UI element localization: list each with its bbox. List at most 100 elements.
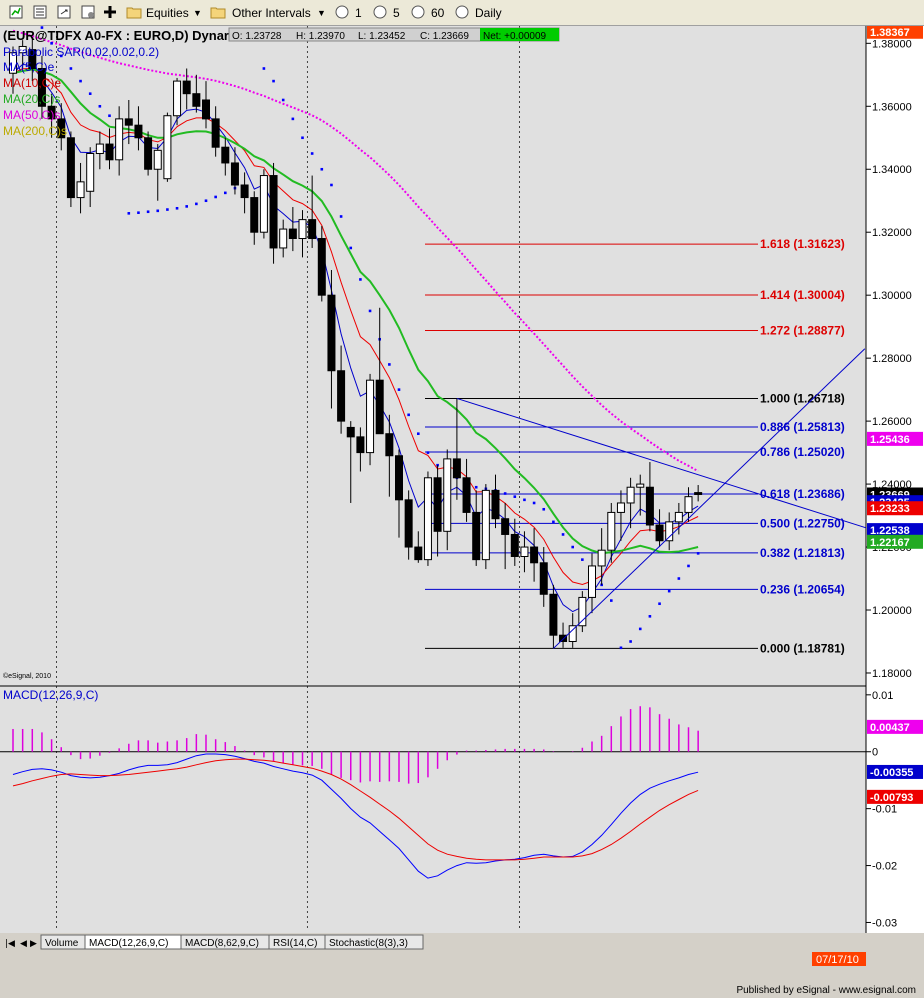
tab-stochastic-label: Stochastic(8(3),3)	[329, 938, 408, 949]
fib-level-label: 0.618 (1.23686)	[760, 487, 845, 501]
candle-body	[462, 477, 471, 513]
fib-level-label: 0.786 (1.25020)	[760, 445, 845, 459]
interval-radio-icon[interactable]	[372, 4, 388, 20]
sar-dot	[571, 545, 574, 549]
candle-body	[423, 477, 432, 561]
legend-ma5[interactable]: MA(5,C)e	[3, 60, 55, 74]
price-tag-label: 1.23233	[870, 503, 910, 515]
chart-area[interactable]: 1.618 (1.31623) 1.414 (1.30004) 1.272 (1.2…	[0, 26, 924, 984]
interval-radio-icon[interactable]	[454, 4, 470, 20]
candle-body	[433, 477, 442, 532]
candle-body	[597, 549, 606, 567]
price-tick-label: 1.18000	[872, 668, 912, 680]
tab-rsi-label: RSI(14,C)	[273, 938, 317, 949]
fib-level-label: 0.500 (1.22750)	[760, 516, 845, 530]
close-value: C: 1.23669	[420, 31, 469, 42]
legend-ma10[interactable]: MA(10,C)e	[3, 76, 61, 90]
sar-dot	[696, 552, 700, 555]
add-icon[interactable]	[102, 4, 118, 20]
candle-body	[211, 118, 220, 148]
sar-dot	[175, 206, 179, 210]
macd-tag-label: -0.00355	[870, 767, 913, 779]
sar-dot	[552, 520, 555, 524]
high-value: H: 1.23970	[296, 31, 345, 42]
candle-body	[259, 175, 268, 233]
sar-dot	[69, 67, 73, 70]
studies-icon[interactable]	[80, 4, 96, 20]
candle-body	[153, 149, 162, 170]
fib-level-label: 1.618 (1.31623)	[760, 237, 845, 251]
candle-body	[530, 546, 539, 564]
plot-background	[0, 26, 866, 933]
sar-dot	[513, 495, 517, 498]
candle-body	[665, 521, 674, 542]
folder-icon	[126, 4, 142, 20]
tab-volume-label: Volume	[45, 938, 79, 949]
next-icon: ▶	[30, 939, 37, 949]
macd-tick-label: -0.03	[872, 917, 897, 929]
sar-dot	[542, 507, 546, 511]
interval-radio-icon[interactable]	[410, 4, 426, 20]
sar-dot	[272, 79, 275, 83]
other-intervals-menu[interactable]: Other Intervals	[232, 3, 311, 23]
candle-body	[182, 80, 191, 95]
fib-level-label: 0.886 (1.25813)	[760, 420, 845, 434]
fib-level-label: 1.272 (1.28877)	[760, 324, 845, 338]
sar-dot	[523, 498, 526, 502]
interval-5[interactable]: 5	[393, 3, 400, 23]
sar-dot	[214, 195, 217, 199]
candle-body	[269, 175, 278, 249]
candle-body	[105, 143, 114, 161]
candle-body	[144, 137, 153, 170]
chevron-down-icon[interactable]: ▼	[317, 3, 326, 23]
candle-body	[549, 593, 558, 636]
interval-60[interactable]: 60	[431, 3, 444, 23]
legend-ma50[interactable]: MA(50,C)s	[3, 108, 60, 122]
macd-tick-label: 0	[872, 747, 878, 759]
interval-radio-icon[interactable]	[334, 4, 350, 20]
macd-title[interactable]: MACD(12,26,9,C)	[3, 688, 98, 702]
candle-body	[192, 93, 201, 107]
interval-daily[interactable]: Daily	[475, 3, 502, 23]
sar-dot	[349, 246, 353, 250]
macd-tick-label: -0.02	[872, 861, 897, 873]
fib-level-label: 0.236 (1.20654)	[760, 582, 845, 596]
candle-body	[337, 370, 346, 422]
candle-body	[327, 294, 336, 372]
price-tag-label: 1.22167	[870, 537, 910, 549]
sar-dot	[127, 212, 131, 215]
chevron-down-icon[interactable]: ▼	[193, 3, 202, 23]
fib-level-label: 0.000 (1.18781)	[760, 641, 845, 655]
new-chart-icon[interactable]	[8, 4, 24, 20]
candle-body	[66, 137, 75, 199]
macd-tick-label: 0.01	[872, 690, 893, 702]
candle-body	[115, 118, 124, 161]
price-tick-label: 1.36000	[872, 101, 912, 113]
legend-ma20[interactable]: MA(20,C)s	[3, 92, 60, 106]
candle-body	[375, 379, 384, 435]
chart-properties-icon[interactable]	[32, 4, 48, 20]
link-chart-icon[interactable]	[56, 4, 72, 20]
candle-body	[298, 219, 307, 240]
price-tick-label: 1.30000	[872, 290, 912, 302]
date-axis-strip	[0, 950, 866, 984]
sar-dot	[426, 451, 430, 454]
price-tick-label: 1.26000	[872, 416, 912, 428]
net-change-value: Net: +0.00009	[483, 31, 547, 42]
candle-body	[134, 124, 143, 139]
sar-dot	[301, 136, 304, 140]
legend-ma200[interactable]: MA(200,C)s	[3, 124, 67, 138]
candle-body	[317, 238, 326, 296]
sar-dot	[610, 599, 613, 602]
sar-dot	[195, 202, 198, 206]
candle-body	[240, 184, 249, 199]
candle-body	[308, 219, 317, 240]
interval-1[interactable]: 1	[355, 3, 362, 23]
candle-body	[366, 379, 375, 454]
candle-body	[76, 181, 85, 199]
candle-body	[124, 118, 133, 126]
equities-menu[interactable]: Equities	[146, 3, 189, 23]
sar-dot	[532, 501, 536, 505]
tab-nav-buttons[interactable]: |◀ ◀ ▶	[5, 939, 37, 949]
legend-sar[interactable]: Parabolic SAR(0.02,0.02,0.2)	[3, 45, 159, 59]
